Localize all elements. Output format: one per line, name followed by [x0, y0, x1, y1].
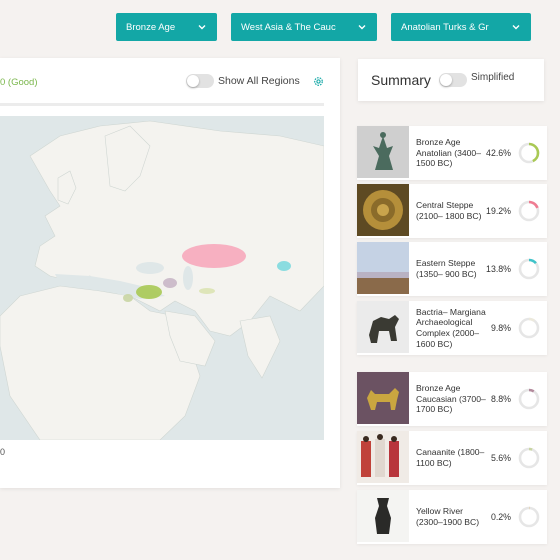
summary-header: Summary Simplified [358, 59, 544, 101]
camel-statue-image [357, 301, 409, 353]
population-name: Bactria– Margiana Archaeological Complex… [416, 306, 486, 349]
sea-caspian [183, 266, 193, 290]
population-card[interactable]: Bactria– Margiana Archaeological Complex… [357, 301, 547, 355]
region-central-steppe [182, 244, 246, 268]
gear-icon[interactable] [312, 75, 325, 88]
population-percent: 8.8% [490, 394, 511, 404]
population-percent: 0.2% [490, 512, 511, 522]
population-percent: 5.6% [490, 453, 511, 463]
region-eastern-steppe [277, 261, 291, 271]
ring-track [518, 447, 540, 469]
map-canvas [0, 116, 324, 440]
population-name: Bronze Age Caucasian (3700–1700 BC) [416, 382, 486, 415]
region-dropdown[interactable]: West Asia & The Cauc [231, 13, 377, 41]
world-map[interactable] [0, 116, 324, 440]
percent-ring [518, 258, 540, 280]
pottery-vessel-image [357, 490, 409, 542]
population-card[interactable]: Yellow River (2300–1900 BC) 0.2% [357, 490, 547, 544]
region-bmac [199, 288, 215, 294]
population-percent: 13.8% [486, 264, 511, 274]
show-all-regions-toggle[interactable] [186, 74, 214, 88]
panel-divider [0, 103, 324, 106]
population-percent: 42.6% [486, 148, 511, 158]
chevron-down-icon [512, 25, 520, 30]
period-dropdown[interactable]: Bronze Age [116, 13, 217, 41]
chevron-down-icon [358, 25, 366, 30]
population-dropdown[interactable]: Anatolian Turks & Gr [391, 13, 531, 41]
sea-black [136, 262, 164, 274]
population-name: Canaanite (1800–1100 BC) [416, 447, 485, 468]
show-all-regions-label: Show All Regions [218, 75, 300, 87]
figures-painting-image [357, 431, 409, 483]
map-scale-label: 0 [0, 447, 6, 457]
population-dropdown-label: Anatolian Turks & Gr [401, 21, 489, 33]
simplified-toggle[interactable] [439, 73, 467, 87]
population-card[interactable]: Bronze Age Anatolian (3400–1500 BC) 42.6… [357, 126, 547, 180]
ring-track [518, 506, 540, 528]
statue-image [357, 126, 409, 178]
percent-ring [518, 506, 540, 528]
gold-plate-image [357, 184, 409, 236]
ring-track [518, 388, 540, 410]
region-caucasian [163, 278, 177, 288]
population-name: Bronze Age Anatolian (3400–1500 BC) [416, 136, 481, 169]
percent-ring [518, 142, 540, 164]
fit-score: 0 (Good) [0, 77, 38, 88]
ring-track [518, 317, 540, 339]
percent-ring [518, 200, 540, 222]
golden-bull-image [357, 372, 409, 424]
region-anatolian [136, 285, 162, 299]
population-card[interactable]: Central Steppe (2100– 1800 BC) 19.2% [357, 184, 547, 238]
region-dropdown-label: West Asia & The Cauc [241, 21, 336, 33]
population-card[interactable]: Eastern Steppe (1350– 900 BC) 13.8% [357, 242, 547, 296]
population-percent: 19.2% [486, 206, 511, 216]
simplified-label: Simplified [471, 72, 515, 83]
population-name: Central Steppe (2100– 1800 BC) [416, 200, 482, 221]
population-name: Yellow River (2300–1900 BC) [416, 506, 480, 527]
percent-ring [518, 447, 540, 469]
summary-title: Summary [371, 72, 431, 88]
period-dropdown-label: Bronze Age [126, 21, 176, 33]
population-percent: 9.8% [490, 323, 511, 333]
percent-ring [518, 317, 540, 339]
region-canaanite [123, 294, 133, 302]
population-name: Eastern Steppe (1350– 900 BC) [416, 258, 477, 279]
steppe-landscape-image [357, 242, 409, 294]
chevron-down-icon [198, 25, 206, 30]
population-card[interactable]: Canaanite (1800–1100 BC) 5.6% [357, 431, 547, 485]
percent-ring [518, 388, 540, 410]
map-panel: 0 (Good) Show All Regions 0 [0, 58, 340, 488]
population-card[interactable]: Bronze Age Caucasian (3700–1700 BC) 8.8% [357, 372, 547, 426]
